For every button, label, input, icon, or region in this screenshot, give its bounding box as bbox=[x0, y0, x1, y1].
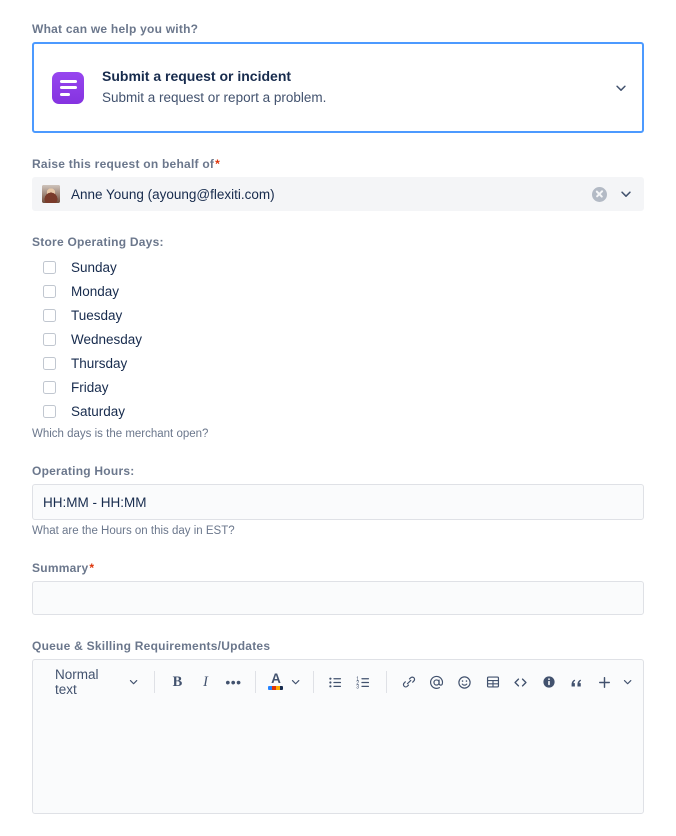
queue-skilling-label: Queue & Skilling Requirements/Updates bbox=[32, 639, 271, 653]
operating-hours-field: Operating Hours: HH:MM - HH:MM What are … bbox=[32, 464, 644, 537]
on-behalf-of-label: Raise this request on behalf of* bbox=[32, 157, 644, 171]
checkbox-row-sunday[interactable]: Sunday bbox=[43, 255, 644, 279]
checkbox-label-sunday: Sunday bbox=[71, 259, 117, 275]
info-panel-icon[interactable] bbox=[538, 671, 560, 693]
required-marker: * bbox=[215, 157, 221, 171]
insert-more-icon[interactable] bbox=[594, 671, 616, 693]
italic-button[interactable]: I bbox=[194, 671, 216, 693]
clear-icon[interactable] bbox=[592, 186, 607, 202]
request-type-description: Submit a request or report a problem. bbox=[102, 90, 327, 105]
quote-icon[interactable] bbox=[566, 671, 588, 693]
checkbox-monday[interactable] bbox=[43, 284, 56, 298]
checkbox-label-tuesday: Tuesday bbox=[71, 307, 123, 323]
checkbox-row-wednesday[interactable]: Wednesday bbox=[43, 327, 644, 351]
editor-content-area[interactable] bbox=[33, 704, 643, 813]
link-icon[interactable] bbox=[398, 671, 420, 693]
bullet-list-icon[interactable] bbox=[325, 671, 347, 693]
chevron-down-icon[interactable] bbox=[622, 676, 633, 688]
checkbox-wednesday[interactable] bbox=[43, 332, 56, 346]
on-behalf-of-value: Anne Young (ayoung@flexiti.com) bbox=[71, 186, 275, 202]
checkbox-row-monday[interactable]: Monday bbox=[43, 279, 644, 303]
bold-button[interactable]: B bbox=[166, 671, 188, 693]
on-behalf-of-picker[interactable]: Anne Young (ayoung@flexiti.com) bbox=[32, 177, 644, 211]
request-type-text: Submit a request or incident Submit a re… bbox=[102, 67, 614, 108]
checkbox-friday[interactable] bbox=[43, 380, 56, 394]
queue-skilling-field: Queue & Skilling Requirements/Updates No… bbox=[32, 639, 644, 814]
toolbar-divider bbox=[312, 671, 314, 693]
operating-hours-helper: What are the Hours on this day in EST? bbox=[32, 525, 235, 537]
checkbox-label-saturday: Saturday bbox=[71, 403, 126, 419]
operating-days-helper: Which days is the merchant open? bbox=[32, 428, 209, 440]
user-avatar bbox=[42, 185, 60, 203]
checkbox-tuesday[interactable] bbox=[43, 308, 56, 322]
emoji-icon[interactable] bbox=[454, 671, 476, 693]
toolbar-divider bbox=[385, 671, 387, 693]
checkbox-row-saturday[interactable]: Saturday bbox=[43, 399, 644, 423]
on-behalf-of-label-text: Raise this request on behalf of bbox=[32, 157, 215, 171]
checkbox-label-thursday: Thursday bbox=[71, 355, 128, 371]
summary-input[interactable] bbox=[32, 581, 644, 615]
checkbox-label-friday: Friday bbox=[71, 379, 109, 395]
table-icon[interactable] bbox=[482, 671, 504, 693]
operating-days-field: Store Operating Days: Sunday Monday Tues… bbox=[32, 235, 644, 440]
checkbox-label-monday: Monday bbox=[71, 283, 120, 299]
checkbox-row-thursday[interactable]: Thursday bbox=[43, 351, 644, 375]
checkbox-row-friday[interactable]: Friday bbox=[43, 375, 644, 399]
required-marker: * bbox=[89, 561, 95, 575]
request-type-icon bbox=[52, 71, 84, 104]
request-form: What can we help you with? Submit a requ… bbox=[0, 0, 676, 814]
request-type-title: Submit a request or incident bbox=[102, 68, 292, 84]
numbered-list-icon[interactable]: 1 2 3 bbox=[353, 671, 375, 693]
toolbar-divider bbox=[255, 671, 257, 693]
chevron-down-icon[interactable] bbox=[619, 187, 633, 201]
checkbox-label-wednesday: Wednesday bbox=[71, 331, 143, 347]
rich-text-editor[interactable]: Normal text B I ••• A 1 2 3 bbox=[32, 659, 644, 814]
operating-days-checkbox-list: Sunday Monday Tuesday Wednesday Thursday… bbox=[32, 255, 644, 423]
text-color-button[interactable]: A bbox=[267, 672, 284, 692]
operating-hours-label: Operating Hours: bbox=[32, 464, 135, 478]
checkbox-sunday[interactable] bbox=[43, 260, 56, 274]
operating-hours-value: HH:MM - HH:MM bbox=[43, 494, 147, 510]
checkbox-thursday[interactable] bbox=[43, 356, 56, 370]
request-type-field: What can we help you with? Submit a requ… bbox=[32, 22, 644, 133]
checkbox-saturday[interactable] bbox=[43, 404, 56, 418]
chevron-down-icon[interactable] bbox=[614, 81, 628, 95]
request-type-label: What can we help you with? bbox=[32, 22, 199, 36]
toolbar-divider bbox=[154, 671, 156, 693]
summary-label-text: Summary bbox=[32, 561, 89, 575]
checkbox-row-tuesday[interactable]: Tuesday bbox=[43, 303, 644, 327]
chevron-down-icon[interactable] bbox=[290, 676, 301, 688]
text-style-label: Normal text bbox=[55, 667, 99, 697]
on-behalf-of-field: Raise this request on behalf of* Anne Yo… bbox=[32, 157, 644, 211]
mention-icon[interactable] bbox=[426, 671, 448, 693]
more-formatting-button[interactable]: ••• bbox=[222, 671, 244, 693]
editor-toolbar: Normal text B I ••• A 1 2 3 bbox=[33, 660, 643, 704]
operating-days-label: Store Operating Days: bbox=[32, 235, 164, 249]
text-color-label: A bbox=[271, 671, 281, 686]
summary-field: Summary* bbox=[32, 561, 644, 615]
summary-label: Summary* bbox=[32, 561, 644, 575]
chevron-down-icon bbox=[130, 680, 138, 685]
text-style-dropdown[interactable]: Normal text bbox=[51, 667, 143, 697]
code-icon[interactable] bbox=[510, 671, 532, 693]
svg-text:3: 3 bbox=[356, 684, 359, 690]
operating-hours-input[interactable]: HH:MM - HH:MM bbox=[32, 484, 644, 520]
request-type-selector[interactable]: Submit a request or incident Submit a re… bbox=[32, 42, 644, 133]
text-color-swatch bbox=[268, 686, 284, 690]
